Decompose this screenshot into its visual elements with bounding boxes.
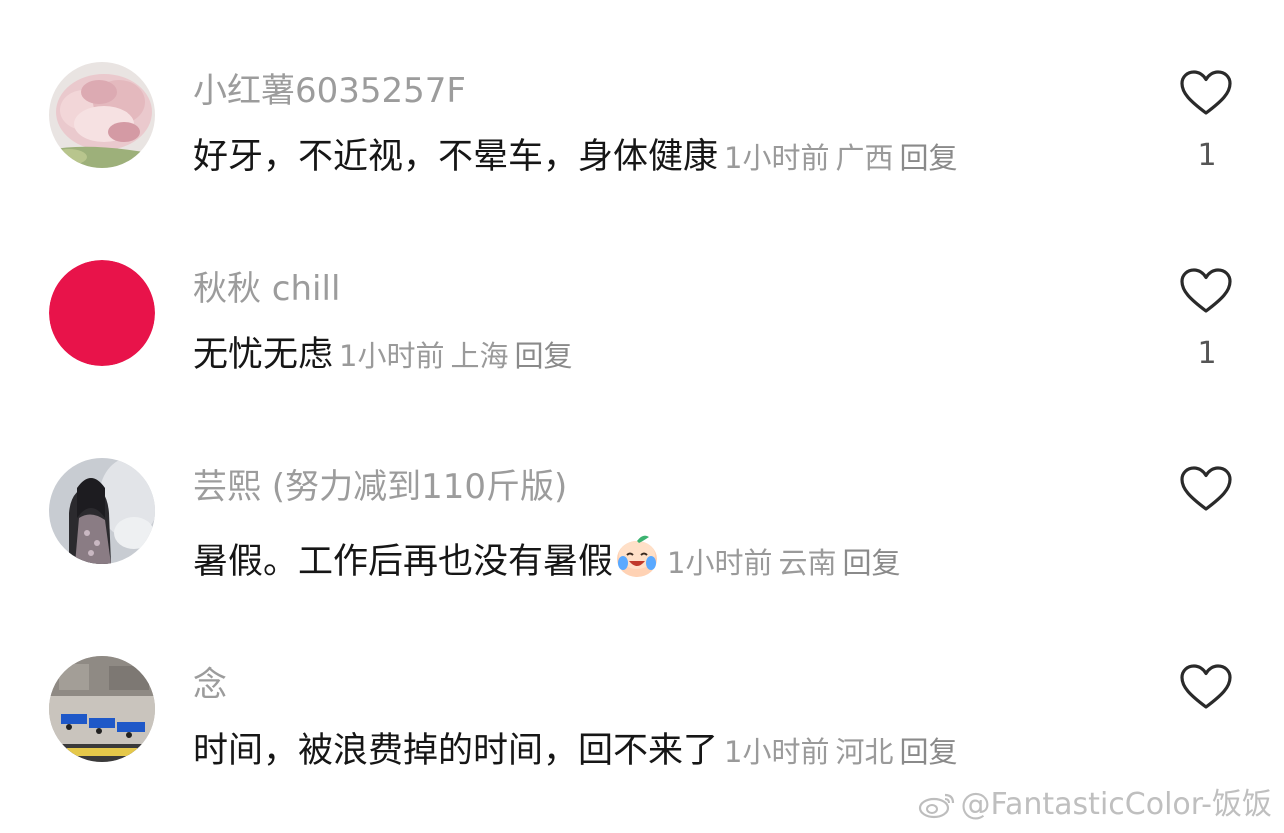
comment-item: 小红薯6035257F 好牙，不近视，不晕车，身体健康 1小时前 广西 回复 1 — [0, 0, 1284, 200]
comment-body: 好牙，不近视，不晕车，身体健康 1小时前 广西 回复 — [193, 135, 964, 185]
comment-text: 时间，被浪费掉的时间，回不来了 — [193, 731, 719, 771]
like-count: 1 — [1197, 138, 1217, 173]
crying-laughing-peach-emoji — [613, 531, 661, 579]
avatar[interactable] — [49, 62, 155, 168]
heart-icon[interactable] — [1180, 70, 1232, 116]
comment-body: 无忧无虑 1小时前 上海 回复 — [193, 333, 579, 383]
weibo-icon — [917, 789, 957, 819]
comment-meta: 1小时前 广西 回复 — [724, 141, 963, 175]
comment-text: 暑假。工作后再也没有暑假 — [193, 542, 614, 582]
comment-location: 广西 — [835, 141, 894, 175]
heart-icon[interactable] — [1180, 466, 1232, 512]
comment-time: 1小时前 — [724, 141, 830, 175]
comment-meta: 1小时前 上海 回复 — [339, 339, 578, 373]
reply-button[interactable]: 回复 — [842, 546, 900, 580]
comment-time: 1小时前 — [339, 339, 445, 373]
like-count: 1 — [1197, 336, 1217, 371]
comment-item: 芸熙 (努力减到110斤版) 暑假。工作后再也没有暑假 1小时前 云南 回复 — [0, 396, 1284, 596]
comment-item: 秋秋 chill 无忧无虑 1小时前 上海 回复 1 — [0, 198, 1284, 398]
avatar[interactable] — [49, 656, 155, 762]
username[interactable]: 小红薯6035257F — [193, 71, 466, 111]
comment-item: 念 时间，被浪费掉的时间，回不来了 1小时前 河北 回复 — [0, 594, 1284, 794]
comment-location: 河北 — [835, 735, 894, 769]
reply-button[interactable]: 回复 — [514, 339, 572, 373]
username[interactable]: 念 — [193, 665, 227, 705]
avatar[interactable] — [49, 260, 155, 366]
comment-text: 无忧无虑 — [193, 335, 334, 375]
watermark-text: @FantasticColor-饭饭 — [960, 787, 1273, 822]
comment-body: 时间，被浪费掉的时间，回不来了 1小时前 河北 回复 — [193, 729, 964, 779]
comment-meta: 1小时前 河北 回复 — [724, 735, 963, 769]
comment-time: 1小时前 — [724, 735, 830, 769]
comment-location: 上海 — [450, 339, 509, 373]
reply-button[interactable]: 回复 — [899, 735, 957, 769]
heart-icon[interactable] — [1180, 664, 1232, 710]
watermark: @FantasticColor-饭饭 — [917, 779, 1273, 823]
heart-icon[interactable] — [1180, 268, 1232, 314]
comment-meta: 1小时前 云南 回复 — [667, 546, 906, 580]
comment-location: 云南 — [778, 546, 837, 580]
avatar[interactable] — [49, 458, 155, 564]
reply-button[interactable]: 回复 — [899, 141, 957, 175]
comment-body: 暑假。工作后再也没有暑假 1小时前 云南 回复 — [193, 531, 907, 590]
comment-text: 好牙，不近视，不晕车，身体健康 — [193, 137, 719, 177]
comment-time: 1小时前 — [667, 546, 773, 580]
username[interactable]: 秋秋 chill — [193, 269, 340, 309]
username[interactable]: 芸熙 (努力减到110斤版) — [193, 467, 567, 507]
